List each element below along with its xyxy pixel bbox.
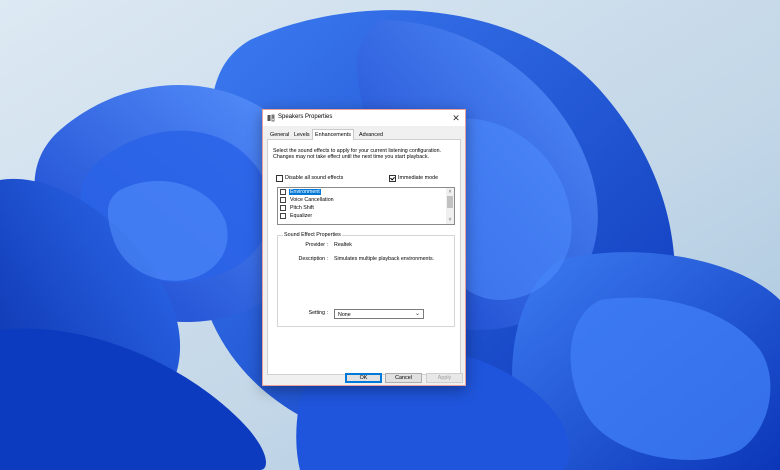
list-item-equalizer[interactable]: Equalizer (280, 212, 440, 220)
tab-enhancements[interactable]: Enhancements (312, 129, 354, 140)
ok-button[interactable]: OK (345, 373, 382, 383)
tab-advanced[interactable]: Advanced (356, 130, 386, 139)
setting-value: None (338, 312, 351, 318)
effect-label: Pitch Shift (290, 205, 314, 211)
tab-general[interactable]: General (267, 130, 292, 139)
speakers-properties-dialog: Speakers Properties ✕ General Levels Enh… (262, 109, 466, 386)
group-title: Sound Effect Properties (283, 232, 342, 239)
sound-effect-properties-group: Sound Effect Properties Provider : Realt… (277, 232, 455, 327)
description-label: Description : (298, 256, 328, 262)
setting-label: Setting : (308, 310, 328, 316)
title-bar[interactable]: Speakers Properties ✕ (263, 110, 465, 126)
checkbox-box[interactable] (280, 189, 286, 195)
scroll-thumb[interactable] (447, 196, 453, 208)
checkbox-box[interactable] (280, 197, 286, 203)
immediate-mode-checkbox[interactable]: Immediate mode (389, 174, 438, 182)
tab-levels[interactable]: Levels (291, 130, 313, 139)
disable-all-effects-checkbox[interactable]: Disable all sound effects (276, 174, 343, 182)
enhancements-description: Select the sound effects to apply for yo… (273, 148, 442, 160)
checkbox-box[interactable] (280, 213, 286, 219)
list-item-pitch-shift[interactable]: Pitch Shift (280, 204, 440, 212)
speaker-icon (267, 114, 275, 122)
effect-label: Voice Cancellation (290, 197, 334, 203)
checkbox-box[interactable] (389, 174, 396, 182)
chevron-down-icon: ⌄ (414, 311, 420, 317)
effect-label: Environment (289, 189, 321, 195)
list-item-voice-cancellation[interactable]: Voice Cancellation (280, 196, 440, 204)
scroll-up-icon[interactable]: ˄ (447, 189, 453, 195)
effect-label: Equalizer (290, 213, 313, 219)
immediate-mode-label: Immediate mode (398, 175, 439, 181)
setting-dropdown[interactable]: None ⌄ (334, 309, 424, 319)
checkbox-box[interactable] (276, 174, 283, 182)
provider-value: Realtek (334, 242, 352, 248)
close-button[interactable]: ✕ (447, 110, 465, 126)
apply-button[interactable]: Apply (426, 373, 463, 383)
window-title: Speakers Properties (278, 114, 333, 120)
cancel-button[interactable]: Cancel (385, 373, 422, 383)
description-value: Simulates multiple playback environments… (334, 256, 435, 262)
scroll-down-icon[interactable]: ˅ (447, 217, 453, 223)
list-scrollbar[interactable]: ˄ ˅ (446, 188, 454, 224)
checkbox-box[interactable] (280, 205, 286, 211)
disable-all-label: Disable all sound effects (285, 175, 344, 181)
provider-label: Provider : (305, 242, 328, 248)
effects-list[interactable]: Environment Voice Cancellation Pitch Shi… (277, 187, 455, 225)
list-item-environment[interactable]: Environment (280, 188, 440, 196)
